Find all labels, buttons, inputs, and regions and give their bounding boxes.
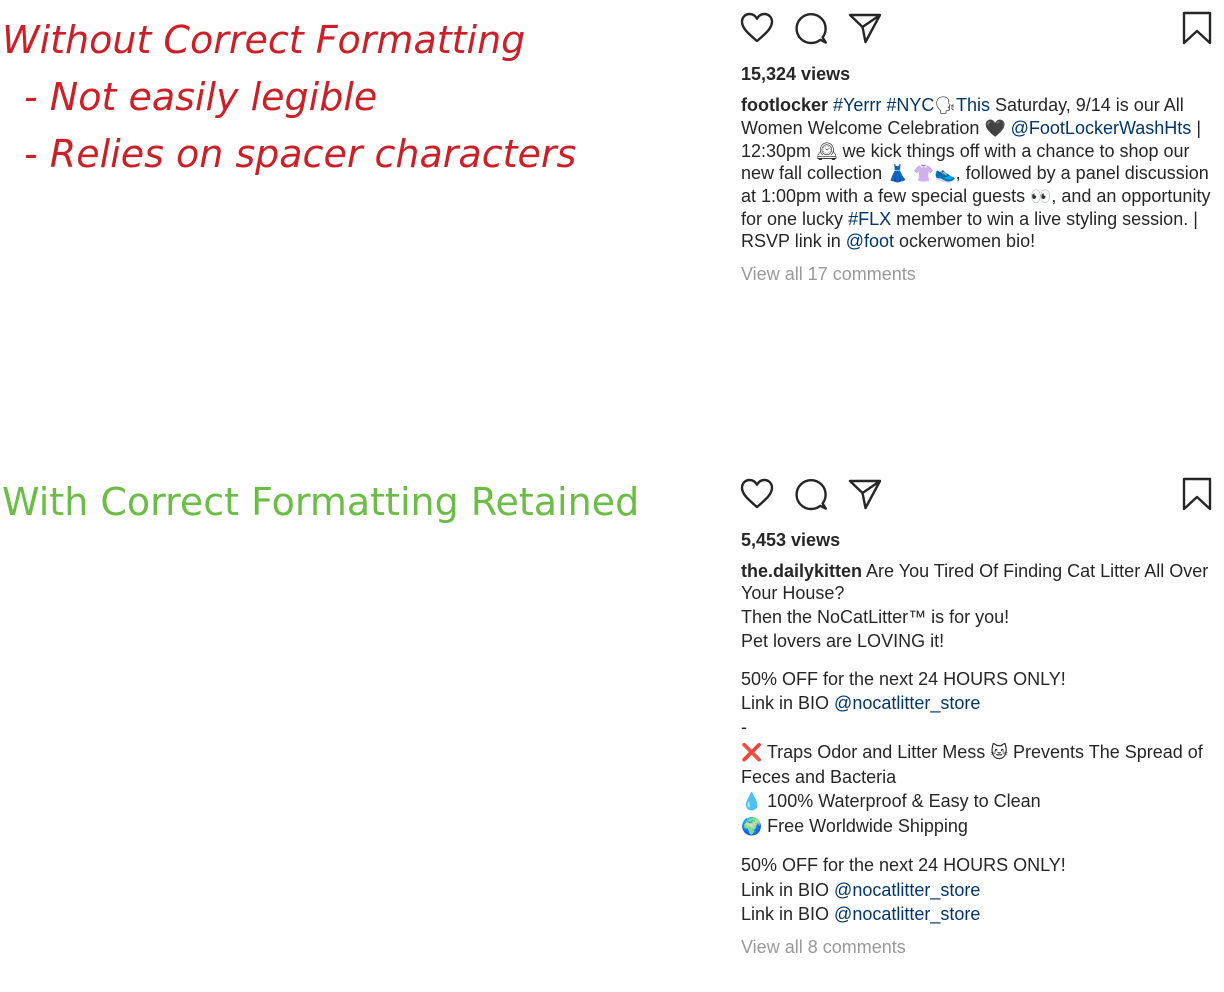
view-comments-link[interactable]: View all 17 comments [741, 263, 1219, 285]
blouse-emoji: 👚 [913, 164, 935, 185]
caption-dash: - [741, 717, 747, 738]
caption-text: Free Worldwide Shipping [762, 816, 968, 837]
action-bar [739, 10, 1219, 54]
caption-line: Then the NoCatLitter™ is for you! [741, 606, 1010, 627]
caption-text: Link in BIO [741, 693, 835, 714]
mention-nocatlitter-store[interactable]: @nocatlitter_store [834, 880, 980, 900]
view-comments-link[interactable]: View all 8 comments [741, 936, 1219, 958]
globe-emoji: 🌍 [741, 817, 763, 838]
caption-line: 50% OFF for the next 24 HOURS ONLY! [741, 669, 1066, 689]
annotation-title-bad: Without Correct Formatting [2, 18, 526, 62]
paper-plane-icon[interactable] [847, 10, 883, 46]
mention-foot[interactable]: @foot [846, 231, 894, 251]
caption-text: Link in BIO [741, 903, 835, 924]
hashtag-yerrr[interactable]: #Yerrr [833, 95, 881, 115]
mention-nocatlitter-store[interactable]: @nocatlitter_store [834, 693, 980, 713]
annotation-with-formatting: With Correct Formatting Retained [2, 478, 639, 526]
mention-nocatlitter-store[interactable]: @nocatlitter_store [834, 904, 980, 924]
action-bar [739, 476, 1219, 520]
cross-mark-emoji: ❌ [741, 742, 763, 763]
paper-plane-icon[interactable] [847, 476, 883, 512]
dress-emoji: 👗 [887, 164, 909, 185]
bookmark-icon[interactable] [1179, 476, 1215, 512]
droplet-emoji: 💧 [741, 792, 763, 813]
eyes-emoji: 👀 [1030, 187, 1052, 208]
mention-footlockerwashhts[interactable]: @FootLockerWashHts [1011, 118, 1192, 138]
shoe-emoji: 👟 [934, 164, 956, 185]
username-link[interactable]: the.dailykitten [741, 561, 862, 581]
bookmark-icon[interactable] [1179, 10, 1215, 46]
speech-bubble-icon[interactable] [793, 476, 829, 512]
post-footlocker: 15,324 views footlocker #Yerrr #NYC🗣This… [739, 10, 1219, 285]
caption-line: Pet lovers are LOVING it! [741, 630, 945, 651]
caption-text: ockerwomen bio! [894, 230, 1036, 251]
black-heart-emoji: 🖤 [984, 118, 1006, 139]
annotation-point-legibility: - Not easily legible [24, 75, 378, 119]
hashtag-flx[interactable]: #FLX [848, 209, 891, 229]
hashtag-nyc[interactable]: #NYC [886, 95, 934, 115]
caption-text: 100% Waterproof & Easy to Clean [762, 791, 1041, 812]
heart-icon[interactable] [739, 476, 775, 512]
cat-face-emoji: 🐱 [990, 742, 1008, 763]
annotation-without-formatting: Without Correct Formatting - Not easily … [2, 12, 576, 183]
annotation-point-spacers: - Relies on spacer characters [24, 132, 577, 176]
speaking-head-emoji: 🗣 [934, 96, 957, 116]
post-caption: the.dailykitten Are You Tired Of Finding… [741, 561, 1219, 926]
username-link[interactable]: footlocker [741, 95, 828, 115]
caption-text: Link in BIO [741, 879, 835, 900]
caption-word-this: This [956, 95, 991, 115]
caption-text: Traps Odor and Litter Mess [762, 741, 991, 762]
post-dailykitten: 5,453 views the.dailykitten Are You Tire… [739, 476, 1219, 958]
view-count: 5,453 views [741, 530, 841, 550]
clock-emoji: 🕰 [816, 141, 838, 162]
annotation-title-good: With Correct Formatting Retained [2, 480, 640, 524]
caption-line: 50% OFF for the next 24 HOURS ONLY! [741, 855, 1066, 876]
post-caption: footlocker #Yerrr #NYC🗣This Saturday, 9/… [741, 95, 1219, 253]
speech-bubble-icon[interactable] [793, 10, 829, 46]
heart-icon[interactable] [739, 10, 775, 46]
view-count: 15,324 views [741, 64, 851, 84]
